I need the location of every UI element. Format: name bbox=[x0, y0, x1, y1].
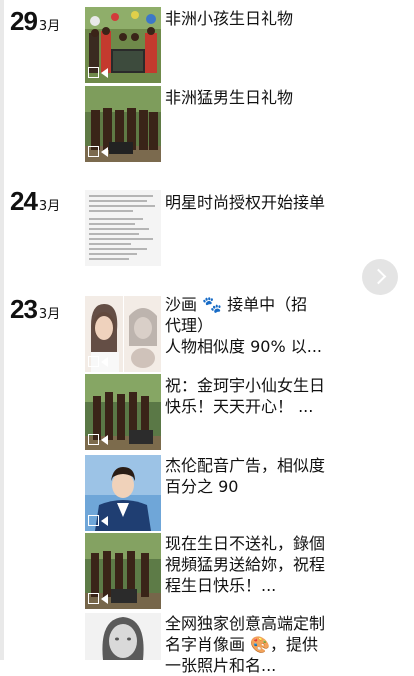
post-thumbnail[interactable] bbox=[85, 190, 161, 266]
post-caption[interactable]: 沙画 🐾 接单中（招代理） 人物相似度 90% 以... bbox=[165, 294, 323, 357]
video-camera-icon bbox=[88, 356, 112, 368]
post-caption[interactable]: 祝：金珂宇小仙女生日快乐！天天开心！ ... bbox=[165, 375, 325, 417]
date-header: 24 3月 bbox=[10, 186, 60, 217]
post-thumbnail[interactable] bbox=[85, 613, 161, 660]
post-thumbnail[interactable] bbox=[85, 374, 161, 450]
chevron-right-icon bbox=[370, 268, 387, 285]
video-camera-icon bbox=[88, 67, 112, 79]
post-caption[interactable]: 非洲猛男生日礼物 bbox=[165, 87, 325, 108]
date-header: 23 3月 bbox=[10, 294, 60, 325]
post-caption[interactable]: 明星时尚授权开始接单 bbox=[165, 192, 335, 213]
post-caption[interactable]: 现在生日不送礼，錄個視頻猛男送給妳，祝程程生日快乐！... bbox=[165, 533, 325, 596]
speaker-icon bbox=[101, 68, 108, 78]
post-thumbnail[interactable] bbox=[85, 86, 161, 162]
speaker-icon bbox=[101, 357, 108, 367]
post-thumbnail[interactable] bbox=[85, 455, 161, 531]
post-caption[interactable]: 杰伦配音广告，相似度百分之 90 bbox=[165, 455, 325, 497]
post-caption-line: 沙画 🐾 接单中（招代理） bbox=[165, 295, 308, 335]
portrait-drawing bbox=[85, 613, 161, 660]
speaker-icon bbox=[101, 147, 108, 157]
speaker-icon bbox=[101, 594, 108, 604]
video-camera-icon bbox=[88, 146, 112, 158]
post-caption[interactable]: 非洲小孩生日礼物 bbox=[165, 8, 325, 29]
date-day: 24 bbox=[10, 186, 38, 216]
video-camera-icon bbox=[88, 515, 112, 527]
post-thumbnail[interactable] bbox=[85, 296, 161, 372]
speaker-icon bbox=[101, 435, 108, 445]
post-caption-line: 人物相似度 90% 以... bbox=[165, 337, 322, 356]
date-month: 3月 bbox=[38, 199, 61, 214]
post-thumbnail[interactable] bbox=[85, 7, 161, 83]
date-month: 3月 bbox=[38, 19, 61, 34]
video-camera-icon bbox=[88, 434, 112, 446]
speaker-icon bbox=[101, 516, 108, 526]
timeline-rule bbox=[0, 0, 4, 660]
post-thumbnail[interactable] bbox=[85, 533, 161, 609]
video-camera-icon bbox=[88, 593, 112, 605]
date-day: 23 bbox=[10, 294, 38, 324]
date-month: 3月 bbox=[38, 307, 61, 322]
date-header: 29 3月 bbox=[10, 6, 60, 37]
post-caption[interactable]: 全网独家创意高端定制名字肖像画 🎨，提供一张照片和名... bbox=[165, 613, 325, 676]
date-day: 29 bbox=[10, 6, 38, 36]
next-page-button[interactable] bbox=[362, 259, 398, 295]
